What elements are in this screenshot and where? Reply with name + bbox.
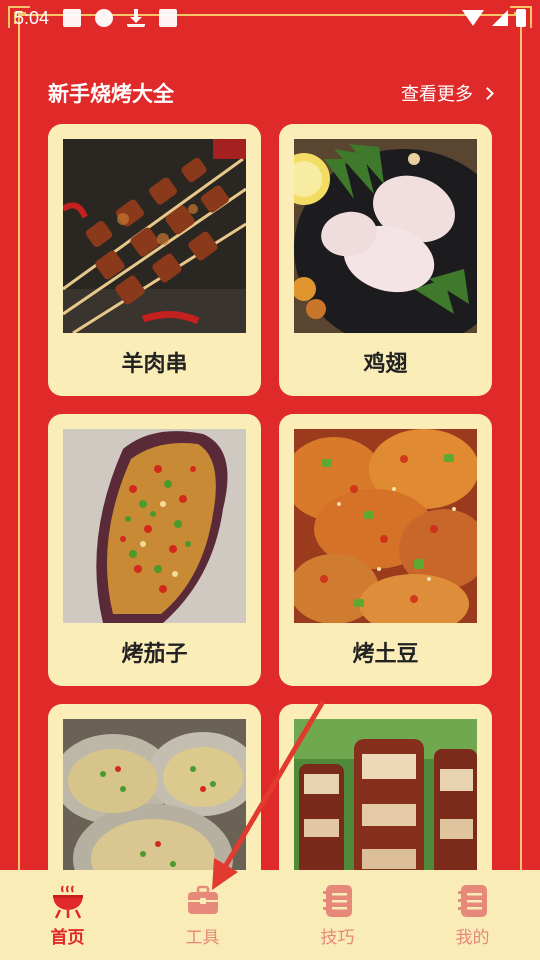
card-title: 羊肉串	[121, 352, 188, 377]
recipe-card[interactable]: 羊肉串	[48, 124, 261, 396]
recipe-card[interactable]: 鸡翅	[279, 124, 492, 396]
toolbox-icon	[187, 885, 218, 914]
image-icon	[63, 9, 82, 27]
grilled-eggplant-photo	[63, 429, 246, 623]
recipe-card[interactable]: 烤土豆	[279, 414, 492, 686]
alert-icon	[95, 9, 114, 27]
nav-label-tools: 工具	[185, 927, 220, 948]
status-bar: 5:04	[0, 0, 540, 36]
chicken-wings-photo	[294, 139, 477, 333]
signal-icon	[492, 10, 508, 26]
download-icon	[127, 9, 146, 27]
card-title: 烤土豆	[352, 642, 419, 667]
nav-tab-profile[interactable]: 我的	[405, 870, 540, 960]
status-right	[462, 9, 526, 27]
nav-label-profile: 我的	[455, 927, 490, 948]
card-title: 烤茄子	[121, 642, 188, 667]
nav-tab-tools[interactable]: 工具	[135, 870, 270, 960]
card-title: 鸡翅	[363, 352, 408, 377]
grilled-potato-photo	[294, 429, 477, 623]
see-more-label: 查看更多	[401, 84, 473, 105]
nav-label-tips: 技巧	[320, 927, 355, 948]
nav-tab-home[interactable]: 首页	[0, 870, 135, 960]
nav-tab-tips[interactable]: 技巧	[270, 870, 405, 960]
section-header: 新手烧烤大全 查看更多	[48, 76, 494, 110]
wifi-icon	[462, 10, 484, 26]
notebook-icon	[322, 884, 352, 917]
lamb-skewers-photo	[63, 139, 246, 333]
grill-icon	[52, 884, 83, 919]
notebook-icon	[457, 884, 487, 917]
font-icon	[159, 9, 178, 27]
section-title: 新手烧烤大全	[48, 82, 174, 106]
see-more-link[interactable]: 查看更多	[401, 80, 494, 106]
status-time: 5:04	[14, 7, 50, 28]
recipe-card[interactable]: 烤茄子	[48, 414, 261, 686]
battery-icon	[516, 9, 526, 27]
nav-label-home: 首页	[50, 927, 85, 948]
chevron-right-icon	[481, 86, 494, 100]
bottom-navigation: 首页 工具 技巧 我的	[0, 870, 540, 960]
